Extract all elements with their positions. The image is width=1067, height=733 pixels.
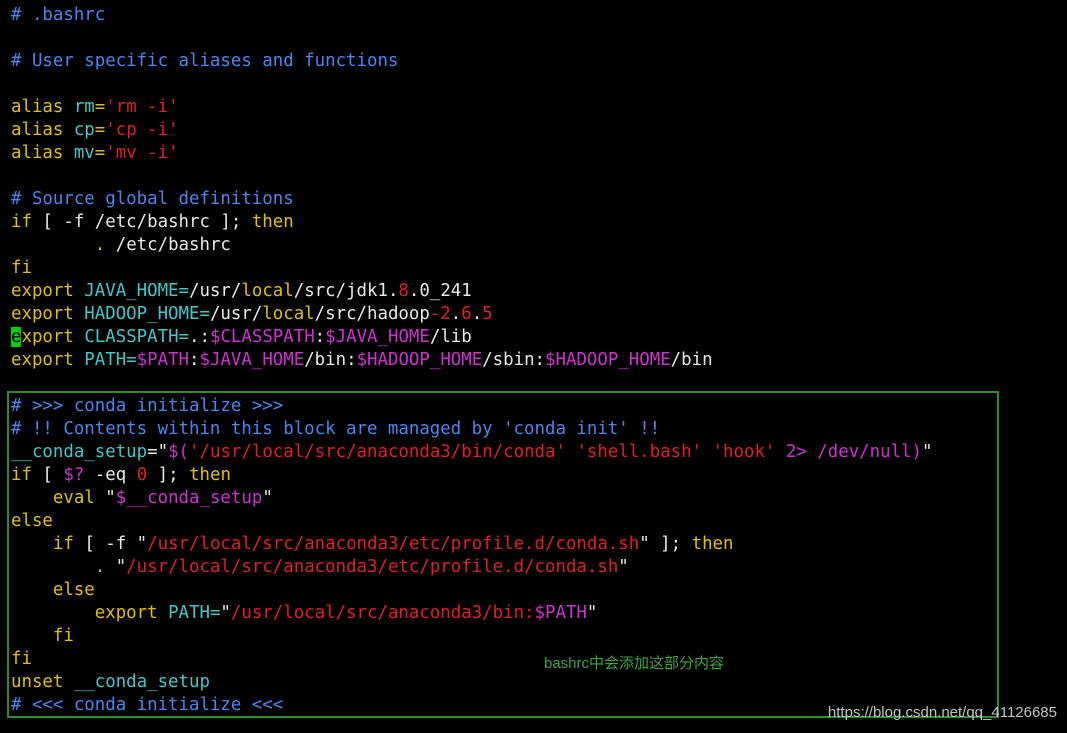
code-token: .0_241 <box>408 281 472 301</box>
code-line: alias cp='cp -i' <box>11 119 179 142</box>
code-token: $PATH <box>136 350 190 370</box>
code-line: fi <box>11 257 32 280</box>
code-line: # User specific aliases and functions <box>11 50 398 73</box>
code-token: if <box>11 212 32 232</box>
code-line: export PATH=$PATH:$JAVA_HOME/bin:$HADOOP… <box>11 349 713 372</box>
code-token: # .bashrc <box>11 5 106 25</box>
code-token: /usr/ <box>209 304 263 324</box>
code-token: rm <box>73 97 95 117</box>
code-token: /bin <box>670 350 713 370</box>
code-token: local <box>241 281 294 301</box>
code-token: = <box>94 120 106 140</box>
annotation-text: bashrc中会添加这部分内容 <box>544 655 725 672</box>
code-token: alias <box>11 143 74 163</box>
watermark-text: https://blog.csdn.net/qq_41126685 <box>827 704 1057 721</box>
code-token: export <box>11 281 85 301</box>
code-token: 'mv -i' <box>105 143 179 163</box>
code-token: CLASSPATH= <box>84 327 190 347</box>
code-token: 6 <box>461 304 472 324</box>
conda-block-highlight-box <box>7 391 999 718</box>
code-token: export <box>11 304 85 324</box>
code-token: HADOOP_HOME= <box>84 304 210 324</box>
code-token: : <box>314 327 326 347</box>
code-token: -2 <box>429 304 451 324</box>
code-token: 'rm -i' <box>105 97 179 117</box>
code-line: export JAVA_HOME=/usr/local/src/jdk1.8.0… <box>11 280 472 303</box>
code-token: mv <box>73 143 95 163</box>
code-token: export <box>11 350 85 370</box>
code-token: = <box>94 143 106 163</box>
code-token: $HADOOP_HOME <box>356 350 483 370</box>
code-token: 'cp -i' <box>105 120 179 140</box>
code-token: . <box>450 304 462 324</box>
code-token: $JAVA_HOME <box>325 327 430 347</box>
code-line: if [ -f /etc/bashrc ]; then <box>11 211 294 234</box>
code-token: 5 <box>482 304 493 324</box>
code-token: : <box>189 350 200 370</box>
code-token: = <box>94 97 106 117</box>
code-token: alias <box>11 97 74 117</box>
code-token: $CLASSPATH <box>209 327 315 347</box>
code-line: export CLASSPATH=.:$CLASSPATH:$JAVA_HOME… <box>11 326 472 349</box>
code-token: /etc/bashrc <box>105 235 231 255</box>
code-line: . /etc/bashrc <box>11 234 231 257</box>
code-token: xport <box>21 327 85 347</box>
text-cursor: e <box>11 327 22 347</box>
code-token: . <box>471 304 483 324</box>
code-line: # Source global definitions <box>11 188 294 211</box>
code-token: /src/jdk1. <box>293 281 399 301</box>
code-token: # Source global definitions <box>11 189 294 209</box>
code-token: /lib <box>429 327 472 347</box>
code-token: PATH= <box>84 350 137 370</box>
code-token: JAVA_HOME= <box>84 281 189 301</box>
code-line: # .bashrc <box>11 4 105 27</box>
code-token: fi <box>11 258 32 278</box>
code-token: /bin: <box>304 350 357 370</box>
code-line: alias rm='rm -i' <box>11 96 179 119</box>
code-token: 8 <box>398 281 409 301</box>
code-line: export HADOOP_HOME=/usr/local/src/hadoop… <box>11 303 493 326</box>
code-token: # User specific aliases and functions <box>11 51 399 71</box>
code-token: .: <box>189 327 210 347</box>
code-token: local <box>262 304 315 324</box>
code-token: /sbin: <box>482 350 546 370</box>
code-token: alias <box>11 120 74 140</box>
code-token: . <box>94 235 106 255</box>
code-token: $JAVA_HOME <box>199 350 305 370</box>
code-token: [ -f /etc/bashrc ]; <box>31 212 252 232</box>
code-token: then <box>251 212 294 232</box>
code-token: /src/hadoop <box>314 304 430 324</box>
code-token: cp <box>73 120 95 140</box>
code-token: /usr/ <box>189 281 242 301</box>
code-token: $HADOOP_HOME <box>545 350 671 370</box>
code-line: alias mv='mv -i' <box>11 142 179 165</box>
